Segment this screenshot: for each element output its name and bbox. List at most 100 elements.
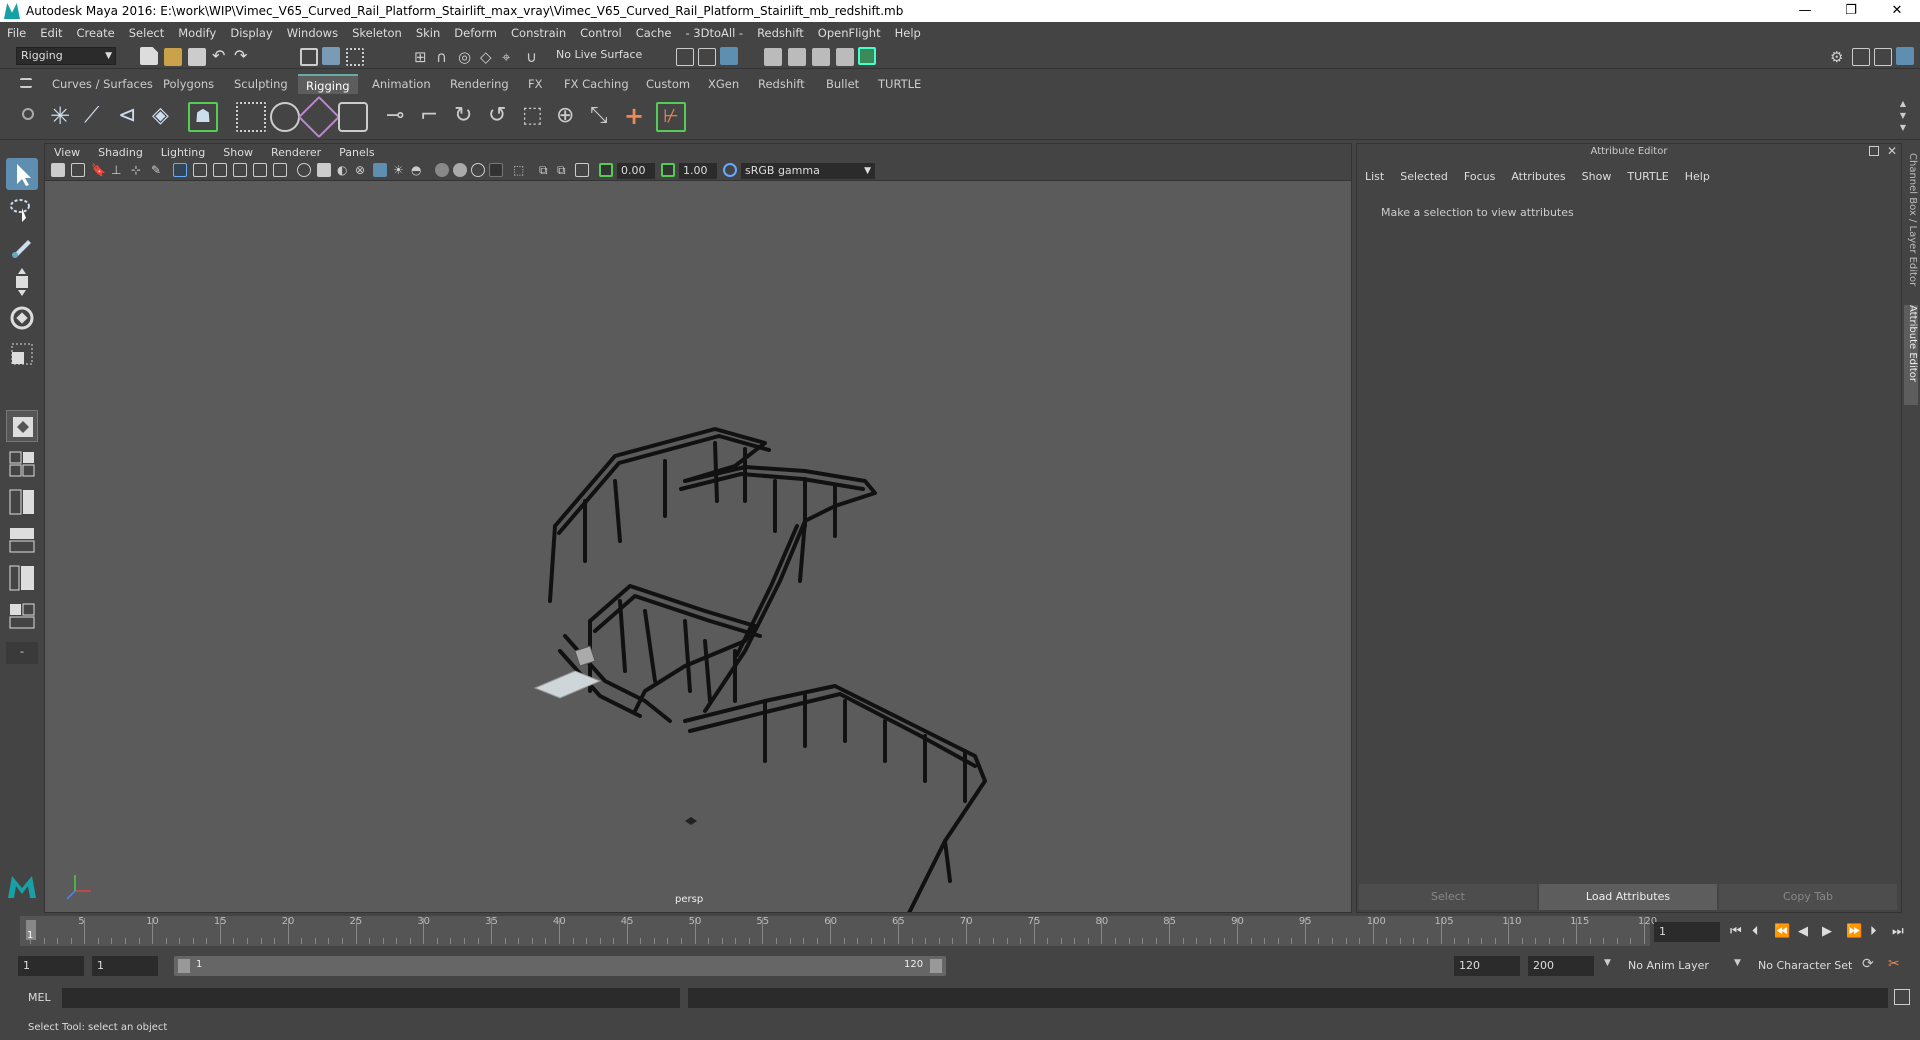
menu-skeleton[interactable]: Skeleton — [345, 26, 409, 40]
play-forward-button[interactable]: ▶ — [1822, 924, 1832, 939]
command-input[interactable] — [62, 988, 680, 1008]
use-all-lights-icon[interactable]: ☀ — [393, 163, 407, 177]
menu-modify[interactable]: Modify — [171, 26, 223, 40]
close-panel-icon[interactable]: ✕ — [1887, 144, 1897, 158]
orient-constraint-icon[interactable]: ↻ — [454, 104, 480, 130]
screen-space-ao-icon[interactable] — [435, 163, 449, 177]
tab-sculpting[interactable]: Sculpting — [226, 74, 296, 94]
2d-pan-zoom-icon[interactable]: ⊹ — [131, 163, 145, 177]
shelf-options-icon[interactable] — [22, 108, 34, 120]
step-back-frame-button[interactable]: ⏴ — [1752, 924, 1759, 939]
select-objects-icon[interactable] — [322, 47, 340, 65]
image-plane-icon[interactable]: ⊥ — [111, 163, 125, 177]
range-slider[interactable]: 1 120 — [174, 956, 946, 976]
menu-file[interactable]: File — [0, 26, 33, 40]
toggle-channel-box-icon[interactable] — [1896, 47, 1914, 65]
rig-helper-icon[interactable]: ⊬ — [656, 102, 686, 132]
modeling-toolkit-icon[interactable]: ⚙ — [1830, 48, 1848, 66]
use-default-material-icon[interactable]: ◐ — [337, 163, 351, 177]
tab-xgen[interactable]: XGen — [700, 74, 747, 94]
menu-openflight[interactable]: OpenFlight — [811, 26, 888, 40]
range-end-handle[interactable] — [930, 959, 942, 973]
shelf-scroll-icon[interactable]: ▲ ▼ ▼ — [1896, 98, 1910, 136]
menu-deform[interactable]: Deform — [447, 26, 504, 40]
motion-blur-icon[interactable] — [453, 163, 467, 177]
xray-components-icon[interactable] — [575, 163, 589, 177]
tab-polygons[interactable]: Polygons — [155, 74, 222, 94]
attribute-editor-tab[interactable]: Attribute Editor — [1904, 305, 1918, 405]
channel-box-tab[interactable]: Channel Box / Layer Editor — [1904, 153, 1918, 293]
film-gate-icon[interactable] — [193, 163, 207, 177]
maya-home-icon[interactable] — [6, 870, 38, 902]
single-perspective-layout-icon[interactable] — [6, 410, 38, 442]
shadows-icon[interactable]: ◓ — [411, 163, 425, 177]
render-current-frame-icon[interactable] — [764, 48, 782, 66]
scale-tool-icon[interactable] — [6, 338, 38, 370]
resolution-gate-icon[interactable] — [213, 163, 227, 177]
snap-point-icon[interactable]: ◎ — [458, 48, 476, 66]
tab-animation[interactable]: Animation — [364, 74, 439, 94]
load-attributes-button[interactable]: Load Attributes — [1539, 884, 1717, 910]
viewport-menu-show[interactable]: Show — [214, 146, 262, 159]
toggle-attribute-editor-icon[interactable] — [1852, 48, 1870, 66]
menu-set-dropdown[interactable]: Rigging ▼ — [16, 47, 116, 65]
anim-layer-dropdown[interactable]: No Anim Layer — [1622, 956, 1722, 976]
viewport-menu-shading[interactable]: Shading — [89, 146, 152, 159]
go-to-start-button[interactable]: ⏮ — [1730, 924, 1742, 939]
parent-constraint-icon[interactable]: ↺ — [488, 104, 514, 130]
ik-spline-icon[interactable]: ⊲ — [118, 104, 144, 130]
lasso-tool-icon[interactable] — [6, 194, 38, 226]
open-scene-icon[interactable] — [164, 48, 182, 66]
step-back-key-button[interactable]: ⏪ — [1774, 924, 1790, 939]
field-chart-icon[interactable] — [253, 163, 267, 177]
save-scene-icon[interactable] — [188, 48, 206, 66]
depth-of-field-icon[interactable] — [489, 163, 503, 177]
multisample-aa-icon[interactable] — [471, 163, 485, 177]
command-language-label[interactable]: MEL — [28, 991, 51, 1004]
locator-icon[interactable]: + — [624, 104, 650, 130]
float-panel-icon[interactable] — [1869, 146, 1879, 156]
step-forward-key-button[interactable]: ⏩ — [1846, 924, 1862, 939]
pole-vector-icon[interactable]: ⊕ — [556, 104, 582, 130]
snap-curve-icon[interactable]: ∩ — [436, 48, 454, 66]
two-view-layout-icon[interactable] — [6, 486, 38, 518]
tab-bullet[interactable]: Bullet — [818, 74, 867, 94]
menu-select[interactable]: Select — [122, 26, 171, 40]
playback-start-field[interactable]: 1 — [92, 956, 158, 976]
grid-toggle-icon[interactable] — [173, 163, 187, 177]
animation-preferences-icon[interactable]: ✂ — [1888, 956, 1900, 972]
attr-menu-focus[interactable]: Focus — [1456, 170, 1503, 183]
paint-select-tool-icon[interactable] — [6, 230, 38, 262]
attr-menu-help[interactable]: Help — [1677, 170, 1718, 183]
viewport-menu-lighting[interactable]: Lighting — [152, 146, 214, 159]
chevron-down-icon[interactable]: ▼ — [1604, 958, 1611, 968]
output-ops-icon[interactable] — [698, 48, 716, 66]
cluster-icon[interactable] — [338, 102, 368, 132]
four-view-layout-icon[interactable] — [6, 448, 38, 480]
menu-constrain[interactable]: Constrain — [504, 26, 573, 40]
persp-graph-layout-icon[interactable] — [6, 524, 38, 556]
tab-turtle[interactable]: TURTLE — [870, 74, 929, 94]
scene-geometry[interactable] — [45, 181, 1351, 912]
outliner-layout-icon[interactable] — [6, 562, 38, 594]
attr-menu-list[interactable]: List — [1357, 170, 1392, 183]
menu-redshift[interactable]: Redshift — [750, 26, 811, 40]
view-transform-dropdown[interactable]: sRGB gamma ▼ — [741, 163, 875, 179]
ipr-render-icon[interactable] — [788, 48, 806, 66]
smooth-shade-icon[interactable] — [317, 163, 331, 177]
attr-menu-show[interactable]: Show — [1574, 170, 1620, 183]
exposure-field[interactable]: 0.00 — [617, 163, 655, 179]
menu-cache[interactable]: Cache — [629, 26, 679, 40]
tab-rendering[interactable]: Rendering — [442, 74, 517, 94]
hypershade-icon[interactable] — [836, 48, 854, 66]
humanik-icon[interactable]: ☗ — [188, 102, 218, 132]
viewport-menu-view[interactable]: View — [45, 146, 89, 159]
tab-curves-surfaces[interactable]: Curves / Surfaces — [44, 74, 161, 94]
menu-create[interactable]: Create — [70, 26, 122, 40]
step-forward-frame-button[interactable]: ⏵ — [1870, 924, 1877, 939]
input-ops-icon[interactable] — [676, 48, 694, 66]
smooth-skin-icon[interactable] — [270, 102, 300, 132]
isolate-select-icon[interactable]: ⬚ — [513, 163, 527, 177]
viewport-menu-renderer[interactable]: Renderer — [262, 146, 330, 159]
camera-select-icon[interactable] — [51, 163, 65, 177]
